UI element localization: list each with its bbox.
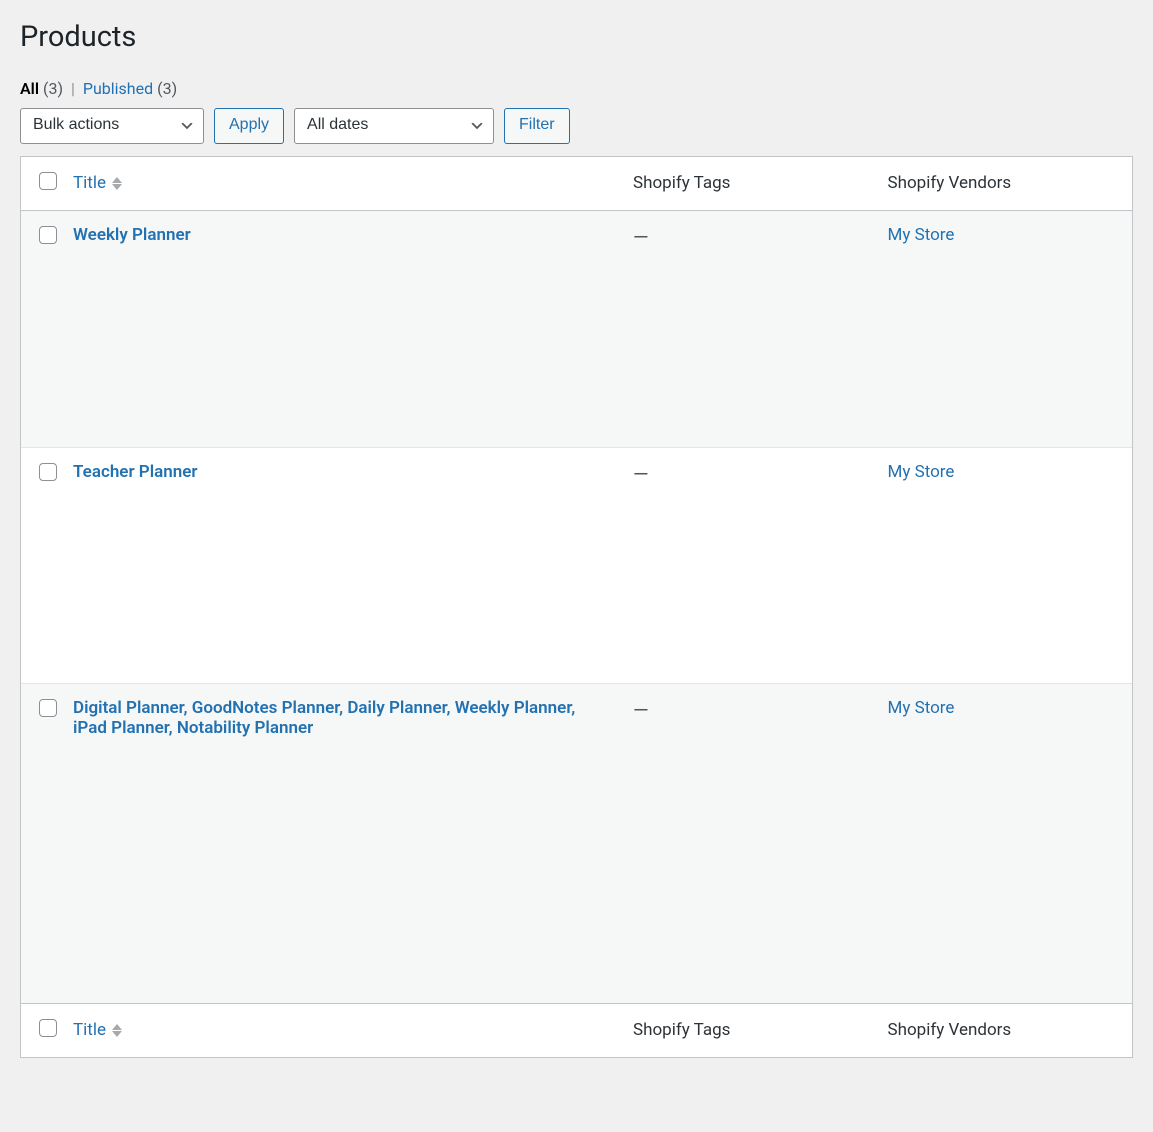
view-all-label: All [20,79,39,98]
product-title-link[interactable]: Digital Planner, GoodNotes Planner, Dail… [73,698,575,738]
row-select-checkbox[interactable] [39,699,57,717]
view-separator: | [67,79,79,98]
filter-button[interactable]: Filter [504,108,570,144]
products-table: Title Shopify Tags Shopify Vendors Weekl… [20,156,1133,1058]
view-filters: All (3) | Published (3) [20,79,1133,98]
date-filter-select[interactable]: All dates [294,108,494,144]
view-published[interactable]: Published (3) [83,79,177,98]
product-title-link[interactable]: Teacher Planner [73,462,198,482]
bulk-actions-select[interactable]: Bulk actions [20,108,204,144]
column-header-tags: Shopify Tags [623,157,878,211]
select-all-checkbox-top[interactable] [39,172,57,190]
column-header-title[interactable]: Title [73,173,122,193]
product-vendor-link[interactable]: My Store [888,462,955,482]
apply-button[interactable]: Apply [214,108,284,144]
product-tags: — [633,225,649,249]
view-all-count: (3) [43,79,63,98]
view-all[interactable]: All (3) [20,79,63,98]
tablenav-top: Bulk actions Apply All dates Filter [20,108,1133,144]
sort-icon [112,177,122,190]
sort-icon [112,1024,122,1037]
table-row: Digital Planner, GoodNotes Planner, Dail… [21,683,1132,1003]
product-tags: — [633,698,649,722]
table-row: Weekly Planner — My Store [21,211,1132,447]
page-title: Products [20,10,1133,61]
column-header-title-label: Title [73,173,106,193]
column-header-vendors: Shopify Vendors [878,157,1133,211]
row-select-checkbox[interactable] [39,226,57,244]
column-footer-tags: Shopify Tags [623,1003,878,1057]
table-row: Teacher Planner — My Store [21,447,1132,683]
view-published-count: (3) [157,79,177,98]
product-title-link[interactable]: Weekly Planner [73,225,191,245]
product-vendor-link[interactable]: My Store [888,698,955,718]
column-footer-vendors: Shopify Vendors [878,1003,1133,1057]
view-published-label: Published [83,79,153,98]
column-footer-title[interactable]: Title [73,1020,122,1040]
product-vendor-link[interactable]: My Store [888,225,955,245]
row-select-checkbox[interactable] [39,463,57,481]
column-footer-title-label: Title [73,1020,106,1040]
select-all-checkbox-bottom[interactable] [39,1019,57,1037]
product-tags: — [633,462,649,486]
